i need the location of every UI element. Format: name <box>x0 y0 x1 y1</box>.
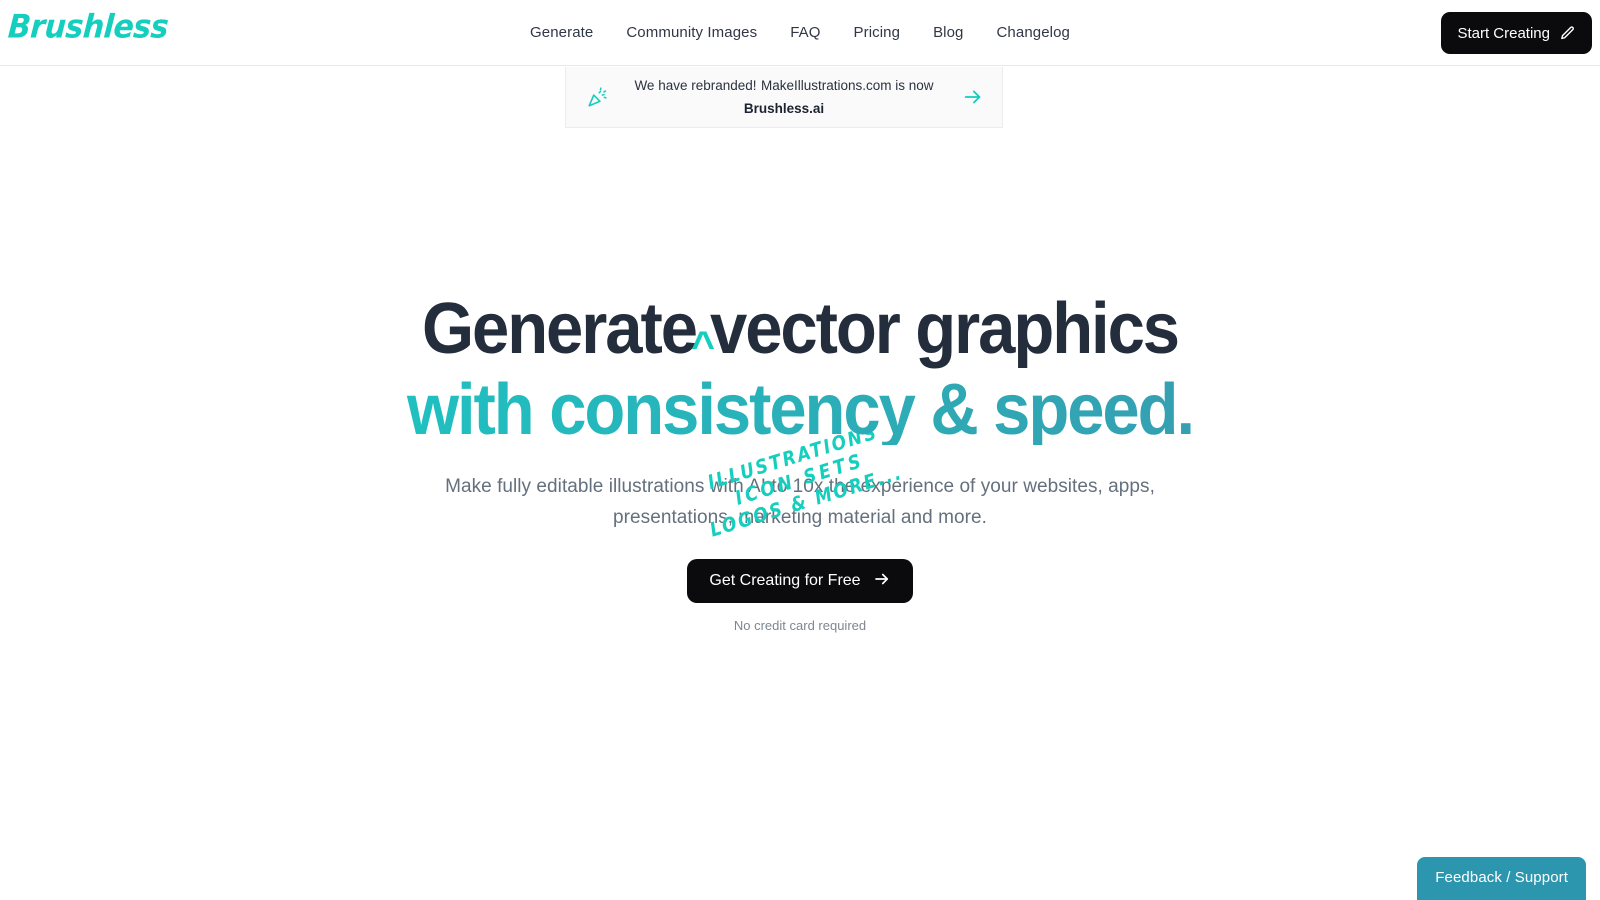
nav-item-community-images[interactable]: Community Images <box>626 24 757 41</box>
nav-item-changelog[interactable]: Changelog <box>997 24 1070 41</box>
rebrand-new-domain: Brushless.ai <box>743 101 825 116</box>
no-credit-card-note: No credit card required <box>733 618 867 633</box>
rebrand-banner-line1: We have rebranded! <box>634 77 757 93</box>
rebrand-old-domain: MakeIllustrations.com is now <box>760 77 934 93</box>
get-creating-label: Get Creating for Free <box>709 572 861 589</box>
start-creating-button[interactable]: Start Creating <box>1441 12 1592 54</box>
rebrand-banner-text: We have rebranded! MakeIllustrations.com… <box>610 74 958 120</box>
arrow-right-icon <box>873 570 891 593</box>
nav-item-blog[interactable]: Blog <box>933 24 963 41</box>
headline-line-2: with consistency & speed. <box>56 374 1544 446</box>
page-title: Generate^vector graphics with consistenc… <box>56 293 1544 446</box>
rebrand-banner-line2: MakeIllustrations.com is now Brushless.a… <box>744 78 934 116</box>
party-popper-icon <box>584 86 610 108</box>
brand-logo[interactable]: Brushless <box>7 9 170 47</box>
hero-subtitle: Make fully editable illustrations with A… <box>445 476 1155 528</box>
headline-rest-line-1: vector graphics <box>710 289 1180 369</box>
start-creating-label: Start Creating <box>1457 24 1550 42</box>
rebrand-banner[interactable]: We have rebranded! MakeIllustrations.com… <box>565 67 1003 128</box>
headline-line-1: Generate^vector graphics <box>56 293 1544 375</box>
hero-cta-group: Get Creating for Free No credit card req… <box>0 559 1600 633</box>
nav-item-faq[interactable]: FAQ <box>790 24 820 41</box>
arrow-right-icon[interactable] <box>958 86 988 108</box>
get-creating-for-free-button[interactable]: Get Creating for Free <box>687 559 913 603</box>
site-header: Brushless Generate Community Images FAQ … <box>0 0 1600 66</box>
caret-icon: ^ <box>691 324 715 368</box>
feedback-support-button[interactable]: Feedback / Support <box>1417 857 1586 900</box>
nav-item-generate[interactable]: Generate <box>530 24 593 41</box>
headline-word-generate: Generate <box>421 289 698 369</box>
nav-item-pricing[interactable]: Pricing <box>854 24 901 41</box>
hero-section: ILLUSTRATIONS ICON SETS LOGOS & MORE... … <box>0 293 1600 633</box>
pencil-icon <box>1559 25 1576 42</box>
main-navigation: Generate Community Images FAQ Pricing Bl… <box>530 24 1070 41</box>
